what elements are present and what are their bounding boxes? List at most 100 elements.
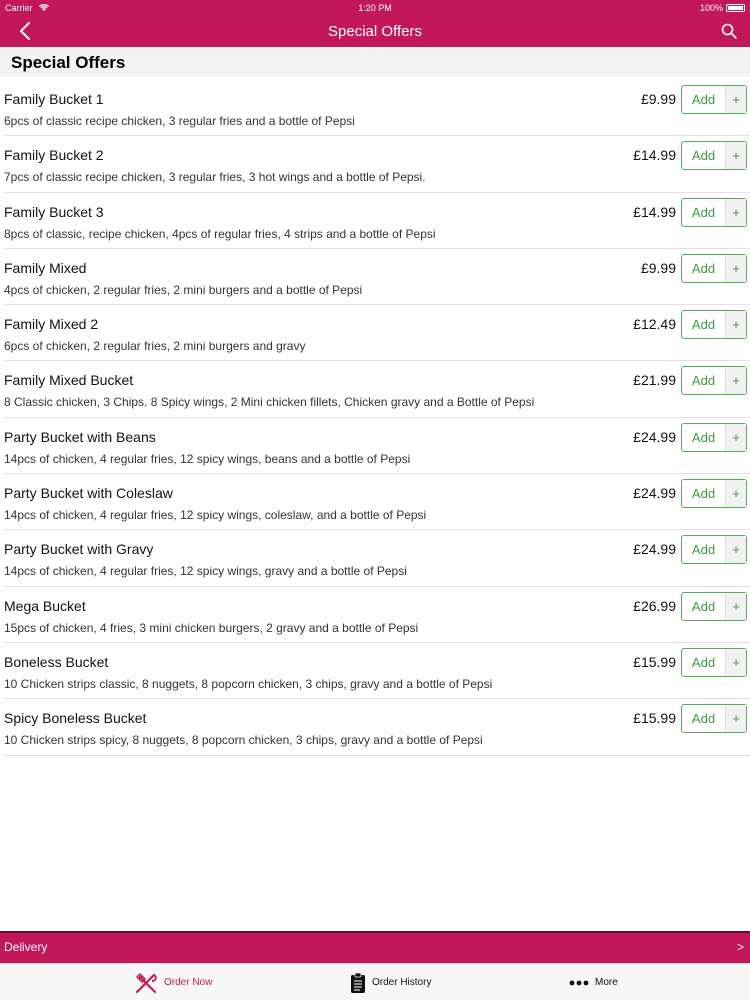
item-name: Party Bucket with Coleslaw bbox=[4, 485, 173, 502]
add-button[interactable]: Add + bbox=[681, 704, 747, 734]
add-label: Add bbox=[691, 204, 716, 220]
list-item[interactable]: Spicy Boneless Bucket 10 Chicken strips … bbox=[3, 699, 750, 756]
clipboard-icon bbox=[351, 972, 365, 993]
search-icon[interactable] bbox=[720, 22, 738, 40]
list-item[interactable]: Party Bucket with Beans 14pcs of chicken… bbox=[3, 418, 750, 475]
add-button[interactable]: Add + bbox=[681, 479, 747, 509]
plus-icon: + bbox=[725, 648, 746, 676]
list-item[interactable]: Family Mixed 2 6pcs of chicken, 2 regula… bbox=[3, 305, 750, 362]
tab-order-history[interactable]: Order History bbox=[350, 964, 431, 1000]
item-price: £9.99 bbox=[640, 91, 676, 107]
plus-icon: + bbox=[725, 254, 746, 282]
item-name: Mega Bucket bbox=[4, 597, 86, 614]
plus-icon: + bbox=[725, 142, 746, 170]
item-name: Party Bucket with Beans bbox=[4, 428, 156, 445]
add-button[interactable]: Add + bbox=[681, 647, 747, 677]
item-description: 6pcs of classic recipe chicken, 3 regula… bbox=[4, 114, 355, 128]
add-button[interactable]: Add + bbox=[681, 366, 747, 396]
add-button[interactable]: Add + bbox=[681, 85, 747, 114]
item-name: Party Bucket with Gravy bbox=[4, 541, 154, 558]
battery-percent: 100% bbox=[699, 3, 723, 13]
plus-icon: + bbox=[725, 423, 746, 451]
plus-icon: + bbox=[725, 367, 746, 395]
plus-icon: + bbox=[725, 480, 746, 508]
add-button[interactable]: Add + bbox=[681, 310, 747, 340]
section-title: Special Offers bbox=[11, 53, 126, 72]
item-price: £15.99 bbox=[633, 653, 676, 670]
add-button[interactable]: Add + bbox=[681, 422, 747, 452]
item-name: Family Mixed 2 bbox=[4, 316, 99, 333]
list-item[interactable]: Family Bucket 3 8pcs of classic, recipe … bbox=[3, 193, 750, 249]
item-name: Family Mixed bbox=[4, 259, 87, 276]
item-name: Boneless Bucket bbox=[4, 653, 109, 670]
add-button[interactable]: Add + bbox=[681, 535, 747, 565]
item-description: 15pcs of chicken, 4 fries, 3 mini chicke… bbox=[4, 620, 419, 635]
item-price: £24.99 bbox=[633, 428, 676, 445]
list-item[interactable]: Party Bucket with Gravy 14pcs of chicken… bbox=[3, 530, 750, 587]
plus-icon: + bbox=[725, 198, 746, 226]
item-price: £12.49 bbox=[633, 316, 676, 333]
list-item[interactable]: Family Mixed 4pcs of chicken, 2 regular … bbox=[3, 249, 750, 306]
plus-icon: + bbox=[725, 86, 746, 113]
item-name: Family Bucket 1 bbox=[4, 91, 104, 107]
battery-icon bbox=[726, 4, 745, 12]
delivery-bar[interactable]: Delivery > bbox=[0, 931, 750, 963]
add-label: Add bbox=[691, 260, 716, 276]
delivery-label: Delivery bbox=[4, 940, 48, 954]
tab-label: More bbox=[595, 977, 618, 988]
fork-knife-icon bbox=[135, 972, 157, 993]
section-header: Special Offers bbox=[0, 48, 750, 77]
item-description: 8 Classic chicken, 3 Chips. 8 Spicy wing… bbox=[4, 395, 535, 410]
item-description: 14pcs of chicken, 4 regular fries, 12 sp… bbox=[4, 564, 407, 579]
add-label: Add bbox=[691, 598, 716, 614]
item-price: £24.99 bbox=[633, 485, 676, 502]
list-item[interactable]: Family Bucket 2 7pcs of classic recipe c… bbox=[3, 136, 750, 193]
page-title: Special Offers bbox=[328, 23, 422, 40]
tab-label: Order Now bbox=[164, 977, 213, 988]
list-item[interactable]: Party Bucket with Coleslaw 14pcs of chic… bbox=[3, 474, 750, 531]
item-description: 8pcs of classic, recipe chicken, 4pcs of… bbox=[4, 226, 436, 241]
tab-order-now[interactable]: Order Now bbox=[134, 964, 212, 1000]
item-name: Family Mixed Bucket bbox=[4, 372, 134, 389]
nav-bar: Special Offers bbox=[0, 16, 750, 47]
item-price: £15.99 bbox=[633, 710, 676, 727]
status-bar: Carrier 1:20 PM 100% bbox=[0, 0, 750, 16]
item-name: Family Bucket 3 bbox=[4, 203, 104, 220]
item-description: 10 Chicken strips classic, 8 nuggets, 8 … bbox=[4, 676, 493, 691]
add-button[interactable]: Add + bbox=[681, 197, 747, 227]
list-item[interactable]: Mega Bucket 15pcs of chicken, 4 fries, 3… bbox=[3, 587, 750, 643]
add-label: Add bbox=[691, 92, 716, 107]
item-description: 4pcs of chicken, 2 regular fries, 2 mini… bbox=[4, 282, 363, 297]
plus-icon: + bbox=[725, 311, 746, 339]
item-name: Family Bucket 2 bbox=[4, 147, 104, 164]
item-description: 7pcs of classic recipe chicken, 3 regula… bbox=[4, 170, 426, 185]
add-label: Add bbox=[691, 486, 716, 502]
add-label: Add bbox=[691, 429, 716, 445]
add-button[interactable]: Add + bbox=[681, 253, 747, 283]
item-description: 14pcs of chicken, 4 regular fries, 12 sp… bbox=[4, 451, 411, 466]
add-button[interactable]: Add + bbox=[681, 141, 747, 171]
more-dots-icon bbox=[569, 980, 589, 985]
add-button[interactable]: Add + bbox=[681, 591, 747, 621]
item-price: £14.99 bbox=[633, 203, 676, 220]
item-price: £14.99 bbox=[633, 147, 676, 164]
item-name: Spicy Boneless Bucket bbox=[4, 710, 147, 727]
add-label: Add bbox=[691, 373, 716, 389]
item-description: 10 Chicken strips spicy, 8 nuggets, 8 po… bbox=[4, 733, 483, 748]
plus-icon: + bbox=[725, 592, 746, 620]
item-price: £21.99 bbox=[633, 372, 676, 389]
item-description: 6pcs of chicken, 2 regular fries, 2 mini… bbox=[4, 339, 306, 354]
add-label: Add bbox=[691, 654, 716, 670]
item-price: £9.99 bbox=[640, 259, 676, 276]
chevron-right-icon: > bbox=[736, 940, 744, 954]
tab-bar: Order Now Order History More bbox=[0, 963, 750, 1000]
list-item[interactable]: Family Mixed Bucket 8 Classic chicken, 3… bbox=[3, 361, 750, 418]
add-label: Add bbox=[691, 317, 716, 333]
list-item[interactable]: Boneless Bucket 10 Chicken strips classi… bbox=[3, 643, 750, 700]
add-label: Add bbox=[691, 542, 716, 558]
plus-icon: + bbox=[725, 536, 746, 564]
item-price: £26.99 bbox=[633, 597, 676, 614]
list-item[interactable]: Family Bucket 1 6pcs of classic recipe c… bbox=[3, 80, 750, 137]
tab-more[interactable]: More bbox=[569, 964, 618, 1000]
item-price: £24.99 bbox=[633, 541, 676, 558]
